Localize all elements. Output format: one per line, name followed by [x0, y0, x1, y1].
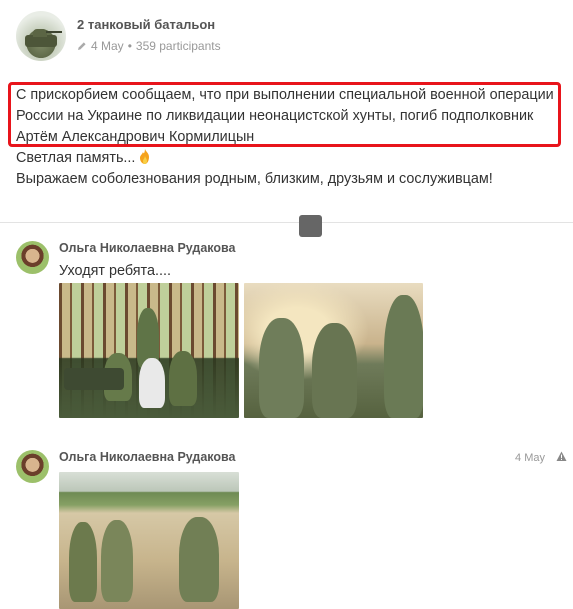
comment-item: Ольга Николаевна Рудакова 4 May — [16, 450, 571, 609]
post-header: 2 танковый батальон 4 May • 359 particip… — [16, 11, 556, 63]
memory-text: Светлая память... — [16, 150, 136, 166]
post-line-3: Артём Александрович Кормилицын — [16, 129, 255, 145]
post-line-4: Светлая память... — [16, 148, 561, 169]
comment-text: Уходят ребята.... — [59, 263, 171, 279]
avatar[interactable] — [16, 241, 49, 274]
forest-group-photo[interactable] — [59, 283, 239, 418]
post-line-1: С прискорбием сообщаем, что при выполнен… — [16, 87, 554, 103]
alert-icon[interactable] — [556, 451, 567, 462]
comment-author[interactable]: Ольга Николаевна Рудакова — [59, 241, 236, 255]
tent-soldiers-photo[interactable] — [244, 283, 423, 418]
fire-icon — [140, 149, 150, 164]
participants-count[interactable]: 359 participants — [136, 39, 221, 53]
comment-item: Ольга Николаевна Рудакова Уходят ребята.… — [16, 241, 571, 421]
meta-separator: • — [127, 39, 132, 53]
pencil-icon — [78, 42, 86, 50]
scroll-handle[interactable] — [299, 215, 322, 237]
avatar[interactable] — [16, 450, 49, 483]
post-text: С прискорбием сообщаем, что при выполнен… — [16, 85, 561, 190]
post-line-2: России на Украине по ликвидации неонацис… — [16, 108, 534, 124]
comment-date[interactable]: 4 May — [515, 452, 545, 464]
post-date[interactable]: 4 May — [91, 39, 124, 53]
post-meta: 4 May • 359 participants — [77, 39, 221, 53]
group-avatar[interactable] — [16, 11, 66, 61]
post-line-5: Выражаем соболезнования родным, близким,… — [16, 171, 493, 187]
divider — [0, 222, 573, 223]
field-soldiers-photo[interactable] — [59, 472, 239, 609]
group-name[interactable]: 2 танковый батальон — [77, 17, 215, 32]
comment-author[interactable]: Ольга Николаевна Рудакова — [59, 450, 236, 464]
